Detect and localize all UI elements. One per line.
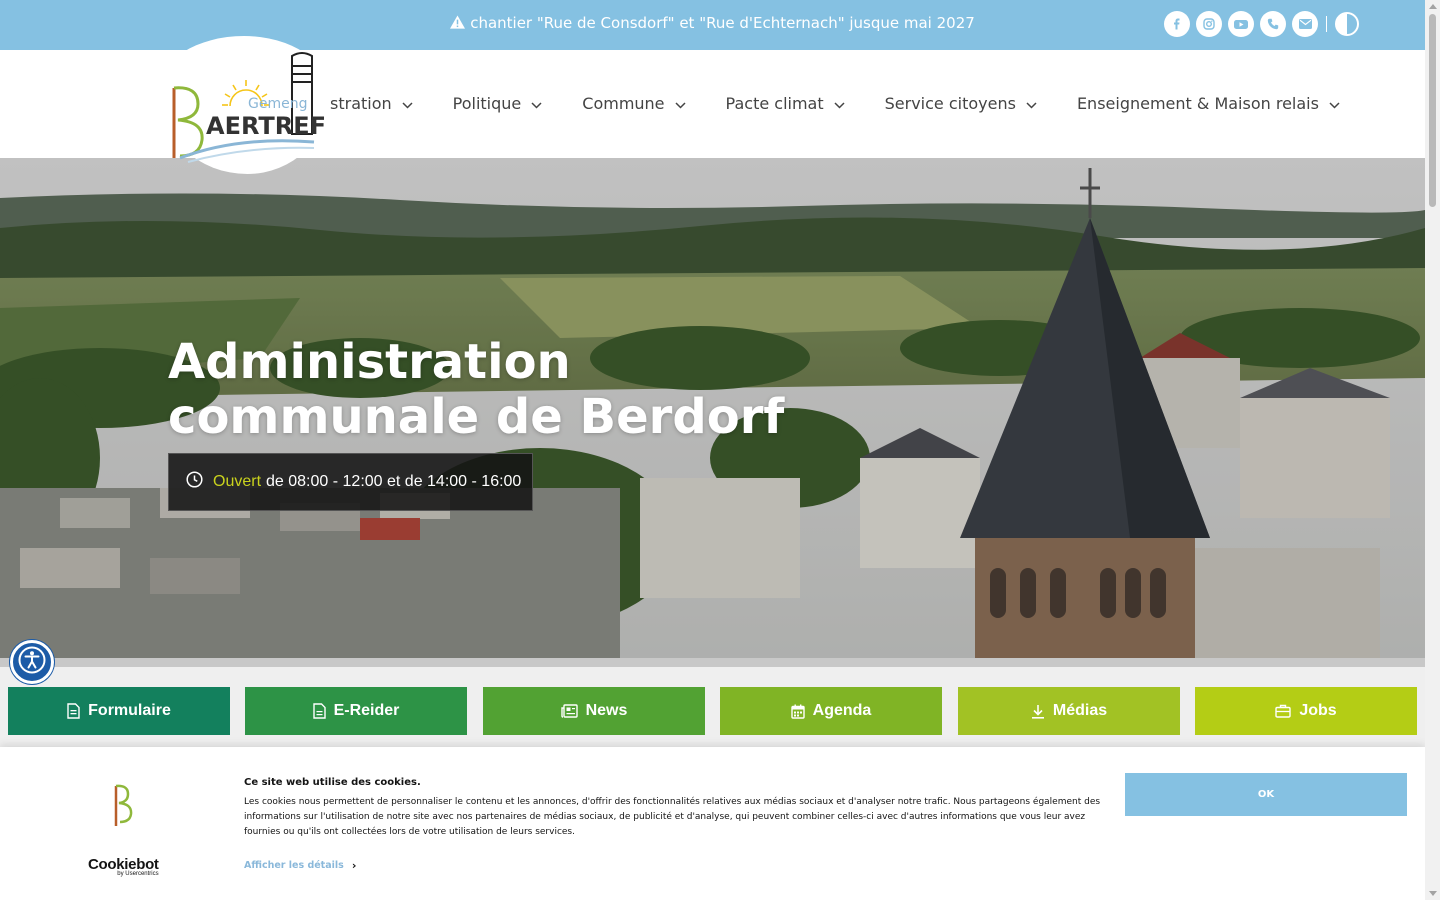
instagram-icon[interactable] — [1196, 11, 1222, 37]
briefcase-icon — [1275, 704, 1292, 718]
quick-link-label: Jobs — [1299, 702, 1337, 719]
svg-text:Gemeng: Gemeng — [248, 96, 307, 112]
quick-link-formulaire[interactable]: Formulaire — [8, 687, 230, 735]
accessibility-button[interactable] — [10, 640, 54, 684]
chevron-right-icon: › — [351, 859, 357, 872]
cookie-site-logo — [108, 782, 138, 834]
chevron-down-icon — [1026, 94, 1037, 113]
svg-text:AERTREF: AERTREF — [206, 112, 326, 140]
scroll-up-icon[interactable] — [1429, 4, 1437, 9]
nav-item-label: Service citoyens — [884, 94, 1016, 113]
open-status: Ouvert — [213, 473, 262, 490]
opening-hours: Ouvert de 08:00 - 12:00 et de 14:00 - 16… — [168, 453, 533, 511]
chevron-down-icon — [834, 94, 845, 113]
cookie-details-label: Afficher les détails — [244, 860, 344, 871]
chevron-down-icon — [531, 94, 542, 113]
quick-link-label: Médias — [1052, 702, 1108, 719]
scroll-down-icon[interactable] — [1429, 891, 1437, 896]
hero-title-line1: Administration — [168, 334, 571, 390]
newspaper-icon — [560, 704, 578, 718]
quick-links: Formulaire E-Reider News Agenda Médias J… — [0, 667, 1425, 747]
quick-link-label: E-Reider — [333, 702, 400, 719]
facebook-icon[interactable] — [1164, 11, 1190, 37]
divider — [1326, 16, 1327, 32]
quick-link-e-reider[interactable]: E-Reider — [245, 687, 467, 735]
nav-item-administration[interactable]: stration — [330, 94, 413, 113]
cookie-text: Les cookies nous permettent de personnal… — [244, 797, 1101, 837]
hero-title: Administration communale de Berdorf — [168, 335, 784, 445]
nav-item-enseignement[interactable]: Enseignement & Maison relais — [1077, 94, 1340, 113]
document-icon — [312, 703, 326, 719]
site-logo[interactable]: Gemeng AERTREF — [158, 36, 330, 174]
calendar-icon — [790, 704, 805, 719]
cookiebot-logo: Cookiebot by Usercentrics — [88, 856, 159, 877]
nav-item-label: Enseignement & Maison relais — [1076, 94, 1319, 113]
nav-item-pacte-climat[interactable]: Pacte climat — [726, 94, 845, 113]
nav-item-label: Pacte climat — [725, 94, 824, 113]
quick-link-label: News — [585, 702, 628, 719]
youtube-icon[interactable] — [1228, 11, 1254, 37]
nav-item-service-citoyens[interactable]: Service citoyens — [885, 94, 1037, 113]
main-navigation: stration Politique Commune Pacte climat … — [330, 94, 1380, 113]
chevron-down-icon — [675, 94, 686, 113]
notice-text: chantier "Rue de Consdorf" et "Rue d'Ech… — [470, 14, 975, 32]
nav-item-label: Politique — [452, 94, 522, 113]
form-icon — [67, 703, 80, 719]
quick-link-label: Formulaire — [88, 702, 171, 719]
social-links — [1164, 11, 1359, 37]
cookie-details-link[interactable]: Afficher les détails › — [244, 859, 356, 872]
hero-title-line2: communale de Berdorf — [168, 389, 785, 445]
email-icon[interactable] — [1292, 11, 1318, 37]
accessibility-icon — [17, 645, 47, 679]
quick-link-agenda[interactable]: Agenda — [720, 687, 942, 735]
hero-bottom-strip — [0, 658, 1425, 667]
nav-item-politique[interactable]: Politique — [453, 94, 543, 113]
quick-link-news[interactable]: News — [483, 687, 705, 735]
nav-item-commune[interactable]: Commune — [582, 94, 686, 113]
quick-link-medias[interactable]: Médias — [958, 687, 1180, 735]
contrast-toggle-icon[interactable] — [1335, 12, 1359, 36]
scroll-thumb[interactable] — [1429, 14, 1436, 207]
cookie-ok-button[interactable]: OK — [1125, 773, 1407, 816]
phone-icon[interactable] — [1260, 11, 1286, 37]
cookie-title: Ce site web utilise des cookies. — [244, 777, 421, 788]
nav-item-label: stration — [330, 94, 392, 113]
warning-icon — [450, 15, 466, 33]
page-scrollbar[interactable] — [1425, 0, 1440, 900]
download-icon — [1031, 704, 1045, 719]
clock-icon — [186, 471, 203, 493]
chevron-down-icon — [1329, 94, 1340, 113]
nav-item-label: Commune — [582, 94, 665, 113]
hours-text: de 08:00 - 12:00 et de 14:00 - 16:00 — [266, 473, 522, 490]
quick-link-label: Agenda — [812, 702, 872, 719]
quick-link-jobs[interactable]: Jobs — [1195, 687, 1417, 735]
chevron-down-icon — [402, 94, 413, 113]
